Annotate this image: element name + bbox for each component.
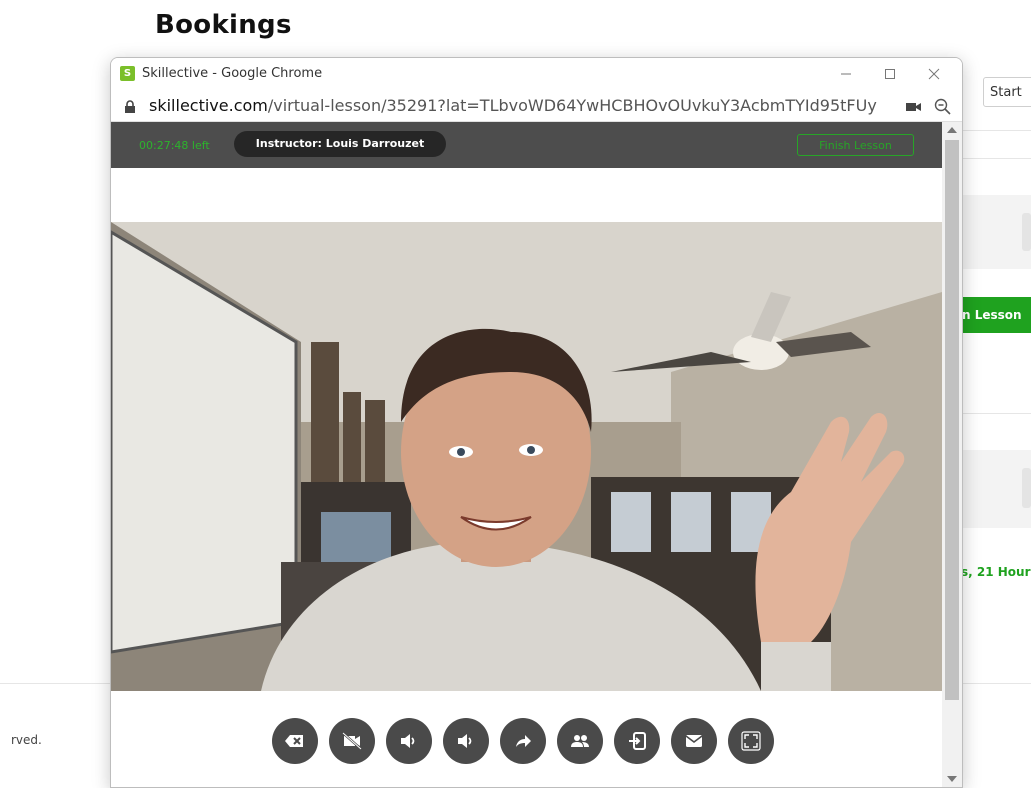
finish-lesson-button[interactable]: n Lesson: [960, 297, 1031, 333]
countdown-text: s, 21 Hours: [961, 565, 1031, 579]
window-titlebar[interactable]: S Skillective - Google Chrome: [111, 58, 962, 92]
message-button[interactable]: [671, 718, 717, 764]
exit-icon: [629, 732, 646, 750]
end-call-button[interactable]: [272, 718, 318, 764]
share-icon: [516, 735, 531, 747]
finish-lesson-button[interactable]: Finish Lesson: [797, 134, 914, 156]
camera-off-icon: [342, 732, 362, 750]
exit-button[interactable]: [614, 718, 660, 764]
booking-card: [960, 450, 1031, 528]
video-feed: [111, 222, 942, 691]
scrollbar-thumb[interactable]: [945, 140, 959, 700]
chrome-popup-window: S Skillective - Google Chrome skillectiv…: [110, 57, 963, 788]
address-bar[interactable]: skillective.com/virtual-lesson/35291?lat…: [111, 92, 962, 122]
lesson-header: 00:27:48 left Instructor: Louis Darrouze…: [111, 122, 942, 168]
divider: [960, 130, 1031, 131]
favicon-icon: S: [120, 66, 135, 81]
scroll-down-arrow-icon[interactable]: [947, 776, 957, 782]
booking-card-button[interactable]: [1022, 213, 1031, 251]
camera-toggle-button[interactable]: [329, 718, 375, 764]
mail-icon: [685, 735, 703, 747]
volume-icon: [401, 734, 415, 748]
zoom-icon[interactable]: [934, 98, 951, 115]
video-image: [111, 222, 942, 691]
maximize-icon[interactable]: [868, 62, 912, 88]
url-text[interactable]: skillective.com/virtual-lesson/35291?lat…: [149, 96, 877, 115]
volume-button[interactable]: [386, 718, 432, 764]
booking-card-button[interactable]: [1022, 468, 1031, 508]
lock-icon[interactable]: [124, 100, 136, 113]
page-title: Bookings: [155, 10, 292, 40]
scroll-up-arrow-icon[interactable]: [947, 127, 957, 133]
participants-button[interactable]: [557, 718, 603, 764]
call-controls: [272, 718, 774, 764]
close-icon[interactable]: [912, 62, 956, 88]
virtual-lesson-content: 00:27:48 left Instructor: Louis Darrouze…: [111, 122, 962, 787]
fullscreen-icon: [741, 731, 761, 751]
camera-icon[interactable]: [906, 101, 922, 113]
end-call-icon: [285, 735, 303, 747]
window-title: Skillective - Google Chrome: [142, 66, 323, 81]
divider: [960, 158, 1031, 159]
volume-icon: [458, 734, 472, 748]
instructor-badge: Instructor: Louis Darrouzet: [234, 131, 446, 157]
booking-card: [960, 195, 1031, 269]
start-button[interactable]: Start: [983, 77, 1031, 107]
participants-icon: [571, 735, 589, 747]
minimize-icon[interactable]: [824, 62, 868, 88]
scrollbar[interactable]: [942, 122, 962, 787]
lesson-timer: 00:27:48 left: [139, 139, 210, 152]
footer-copyright: rved.: [11, 733, 42, 747]
divider: [960, 413, 1031, 414]
share-button[interactable]: [500, 718, 546, 764]
volume-button[interactable]: [443, 718, 489, 764]
fullscreen-button[interactable]: [728, 718, 774, 764]
